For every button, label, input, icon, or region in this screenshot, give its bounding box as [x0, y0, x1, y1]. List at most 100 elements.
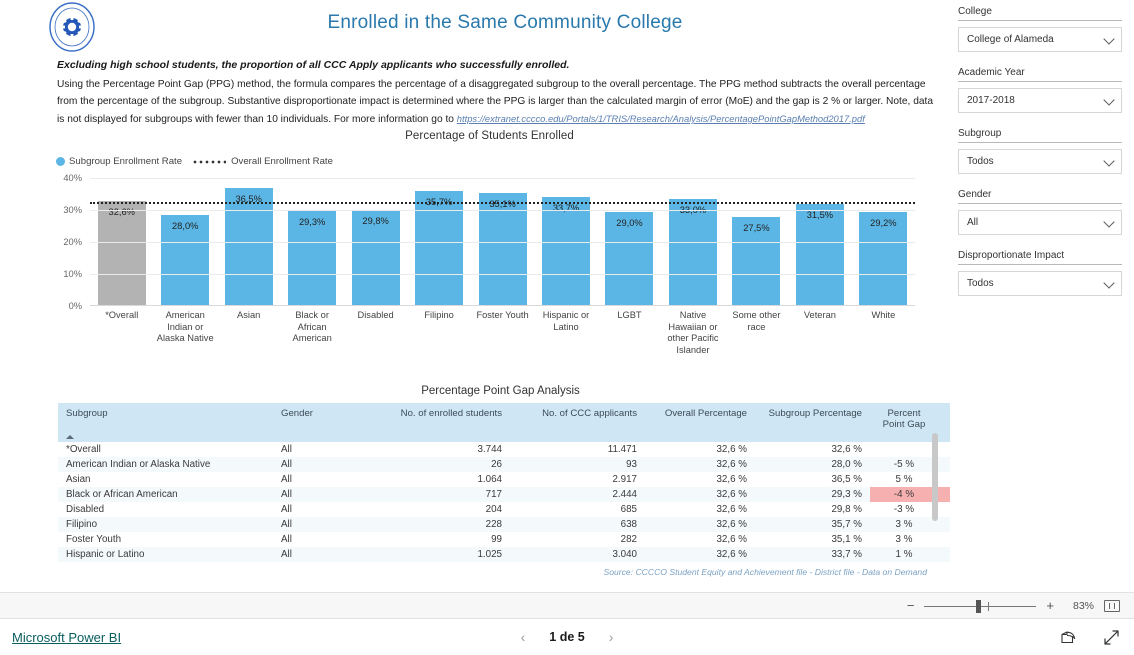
description-block: Excluding high school students, the prop… [57, 58, 943, 128]
fullscreen-icon[interactable] [1103, 629, 1120, 646]
filter-select-subgroup[interactable]: Todos [958, 149, 1122, 174]
chevron-down-icon[interactable] [1103, 93, 1115, 106]
zoom-out-button[interactable]: − [907, 599, 915, 612]
share-icon[interactable] [1060, 629, 1077, 645]
cell-subgroup-percentage: 33,7 % [831, 549, 862, 560]
filter-label-gender: Gender [958, 189, 1122, 204]
cell-percent-point-gap: 3 % [895, 534, 913, 545]
filter-select-gender[interactable]: All [958, 210, 1122, 235]
chevron-down-icon[interactable] [1103, 215, 1115, 228]
table-row[interactable]: DisabledAll20468532,6 %29,8 %-3 %3 % [58, 502, 998, 517]
filter-label-academic-year: Academic Year [958, 67, 1122, 82]
filter-select-college[interactable]: College of Alameda [958, 27, 1122, 52]
bar-value-label: 27,5% [743, 223, 770, 233]
x-axis-tick-label[interactable]: *Overall [90, 310, 153, 356]
cell-overall-percentage: 32,6 % [716, 474, 747, 485]
cell-enrolled-students: 1.064 [477, 474, 502, 485]
enrollment-bar-chart: Percentage of Students Enrolled Subgroup… [52, 130, 927, 370]
cell-percent-point-gap: -5 % [893, 459, 915, 470]
cell-subgroup-percentage: 32,6 % [831, 444, 862, 455]
legend-label-overall[interactable]: Overall Enrollment Rate [231, 156, 333, 167]
x-axis-tick-label[interactable]: White [852, 310, 915, 356]
cell-percent-point-gap: 3 % [895, 519, 913, 530]
legend-label-subgroup[interactable]: Subgroup Enrollment Rate [69, 156, 182, 167]
x-axis-tick-label[interactable]: Disabled [344, 310, 407, 356]
cell-ccc-applicants: 638 [620, 519, 637, 530]
x-axis-tick-label[interactable]: Foster Youth [471, 310, 534, 356]
table-row[interactable]: FilipinoAll22863832,6 %35,7 %3 %4 % [58, 517, 998, 532]
legend-swatch-overall-icon [192, 159, 227, 164]
cell-enrolled-students: 99 [491, 534, 502, 545]
zoom-slider-thumb[interactable] [976, 599, 982, 613]
x-axis-tick-label[interactable]: American Indian or Alaska Native [153, 310, 216, 356]
filter-group-college: College College of Alameda [958, 6, 1122, 52]
chart-bar[interactable] [224, 188, 273, 305]
x-axis-tick-label[interactable]: Filipino [407, 310, 470, 356]
table-row[interactable]: Foster YouthAll9928232,6 %35,1 %3 %6 % [58, 532, 998, 547]
zoom-slider[interactable] [924, 599, 1037, 613]
filter-value-academic-year: 2017-2018 [967, 95, 1015, 106]
cell-overall-percentage: 32,6 % [716, 444, 747, 455]
filter-group-gender: Gender All [958, 189, 1122, 235]
filter-group-academic-year: Academic Year 2017-2018 [958, 67, 1122, 113]
cell-subgroup: Foster Youth [66, 534, 122, 545]
table-row[interactable]: *OverallAll3.74411.47132,6 %32,6 %2 % [58, 442, 998, 457]
next-page-button[interactable]: › [609, 629, 614, 645]
x-axis-tick-label[interactable]: LGBT [598, 310, 661, 356]
bar-value-label: 29,8% [362, 215, 389, 226]
column-header-ccc-applicants[interactable]: No. of CCC applicants [510, 403, 645, 442]
x-axis-tick-label[interactable]: Asian [217, 310, 280, 356]
column-header-enrolled-students[interactable]: No. of enrolled students [335, 403, 510, 442]
legend-swatch-subgroup-icon [56, 157, 65, 166]
chart-legend: Subgroup Enrollment Rate Overall Enrollm… [56, 156, 333, 167]
cell-gender: All [281, 549, 292, 560]
filter-label-subgroup: Subgroup [958, 128, 1122, 143]
bar-value-label: 29,2% [870, 217, 897, 228]
x-axis-tick-label[interactable]: Veteran [788, 310, 851, 356]
table-row[interactable]: Black or African American All 717 2.444 32,6… [58, 487, 998, 502]
cell-enrolled-students: 26 [491, 459, 502, 470]
column-header-overall-percentage[interactable]: Overall Percentage [645, 403, 755, 442]
chevron-down-icon[interactable] [1103, 32, 1115, 45]
filter-select-disproportionate-impact[interactable]: Todos [958, 271, 1122, 296]
chevron-down-icon[interactable] [1103, 154, 1115, 167]
column-header-subgroup[interactable]: Subgroup [58, 403, 273, 442]
x-axis-tick-label[interactable]: Native Hawaiian or other Pacific Islande… [661, 310, 724, 356]
zoom-in-button[interactable]: + [1046, 599, 1054, 612]
filter-value-subgroup: Todos [967, 156, 994, 167]
description-body: Using the Percentage Point Gap (PPG) met… [57, 76, 943, 128]
table-scrollbar[interactable] [932, 433, 938, 563]
cell-gender: All [281, 444, 292, 455]
column-header-gender[interactable]: Gender [273, 403, 335, 442]
chart-bar[interactable] [542, 197, 591, 305]
filter-select-academic-year[interactable]: 2017-2018 [958, 88, 1122, 113]
x-axis: *Overall American Indian or Alaska Native… [90, 310, 915, 356]
fit-to-page-icon[interactable] [1104, 599, 1120, 612]
x-axis-tick-label[interactable]: Some other race [725, 310, 788, 356]
table-scrollbar-thumb[interactable] [932, 433, 938, 521]
table-row[interactable]: American Indian or Alaska Native All 26 93 3… [58, 457, 998, 472]
cell-subgroup: Black or African American [66, 489, 178, 500]
sort-ascending-icon [66, 435, 74, 439]
filter-group-disproportionate-impact: Disproportionate Impact Todos [958, 250, 1122, 296]
column-header-percent-point-gap[interactable]: Percent Point Gap [870, 403, 938, 442]
bar-value-label: 29,3% [298, 217, 326, 228]
cell-ccc-applicants: 282 [620, 534, 637, 545]
table-row[interactable]: AsianAll1.0642.91732,6 %36,5 %5 %2 % [58, 472, 998, 487]
cell-subgroup-percentage: 28,0 % [831, 459, 862, 470]
cell-subgroup-percentage: 35,1 % [831, 534, 862, 545]
previous-page-button[interactable]: ‹ [521, 629, 526, 645]
column-header-subgroup-percentage[interactable]: Subgroup Percentage [755, 403, 870, 442]
table-row[interactable]: Hispanic or Latino All 1.025 3.040 32,6 % 33,… [58, 547, 998, 562]
x-axis-tick-label[interactable]: Black or African American [280, 310, 343, 356]
cell-gender: All [281, 459, 292, 470]
cell-subgroup-percentage: 35,7 % [831, 519, 862, 530]
filter-label-disproportionate-impact: Disproportionate Impact [958, 250, 1122, 265]
x-axis-tick-label[interactable]: Hispanic or Latino [534, 310, 597, 356]
cell-gender: All [281, 474, 292, 485]
ppg-method-link[interactable]: https://extranet.cccco.edu/Portals/1/TRI… [457, 113, 865, 124]
cell-overall-percentage: 32,6 % [716, 534, 747, 545]
chevron-down-icon[interactable] [1103, 276, 1115, 289]
chart-bar[interactable] [415, 190, 464, 305]
cell-subgroup-percentage: 29,3 % [831, 489, 862, 500]
